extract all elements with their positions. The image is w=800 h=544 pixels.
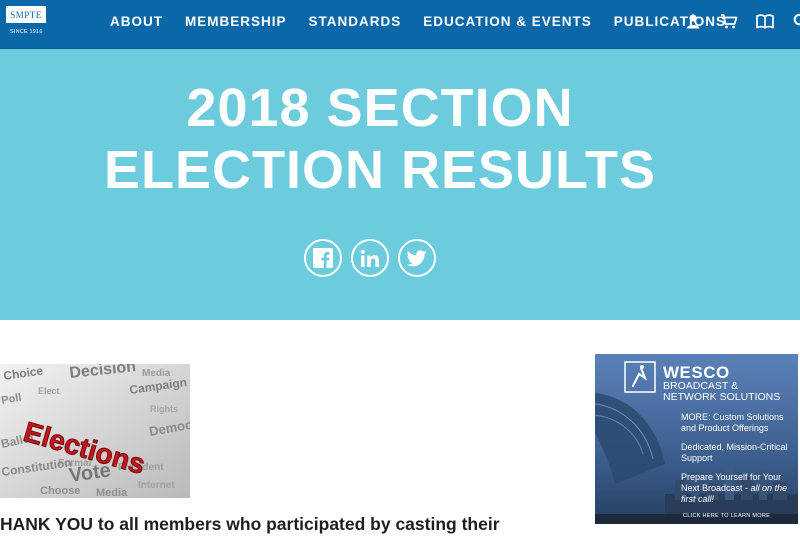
svg-text:Media: Media xyxy=(96,487,128,498)
linkedin-icon xyxy=(360,249,379,267)
user-icon[interactable] xyxy=(684,12,702,30)
smpte-logo[interactable]: SMPTE SINCE 1916 xyxy=(4,4,50,42)
twitter-share-button[interactable] xyxy=(398,239,436,277)
main-nav: ABOUT MEMBERSHIP STANDARDS EDUCATION & E… xyxy=(110,0,726,42)
linkedin-share-button[interactable] xyxy=(351,239,389,277)
wesco-ad[interactable]: WESCO BROADCAST & NETWORK SOLUTIONS MORE… xyxy=(595,354,798,524)
page-title-line-2: ELECTION RESULTS xyxy=(103,140,657,200)
nav-icons xyxy=(684,0,800,42)
social-share xyxy=(304,239,436,277)
book-icon[interactable] xyxy=(756,12,774,30)
page-title: 2018 SECTION ELECTION RESULTS xyxy=(0,77,760,201)
nav-about[interactable]: ABOUT xyxy=(110,14,163,29)
search-icon[interactable] xyxy=(792,12,800,30)
elections-word-cloud-image: Choice Decision Media Poll Elect Campaig… xyxy=(0,364,190,498)
svg-text:Rights: Rights xyxy=(150,404,178,414)
top-navbar: SMPTE SINCE 1916 ABOUT MEMBERSHIP STANDA… xyxy=(0,0,800,49)
ad-subtitle: BROADCAST & NETWORK SOLUTIONS xyxy=(663,380,781,403)
article-intro: HANK YOU to all members who participated… xyxy=(0,514,500,534)
svg-text:Elect: Elect xyxy=(38,386,60,396)
twitter-icon xyxy=(407,249,427,266)
ad-content: WESCO BROADCAST & NETWORK SOLUTIONS MORE… xyxy=(595,354,798,524)
ad-cta[interactable]: CLICK HERE TO LEARN MORE xyxy=(683,513,770,519)
nav-membership[interactable]: MEMBERSHIP xyxy=(185,14,287,29)
svg-text:Choose: Choose xyxy=(40,485,80,497)
facebook-share-button[interactable] xyxy=(304,239,342,277)
facebook-icon xyxy=(313,248,333,268)
ad-text-2: Dedicated, Mission-Critical Support xyxy=(681,442,788,463)
ad-text-1: MORE: Custom Solutions and Product Offer… xyxy=(681,412,784,433)
hero-banner: 2018 SECTION ELECTION RESULTS xyxy=(0,49,800,320)
logo-text: SMPTE xyxy=(6,6,46,23)
svg-text:Internet: Internet xyxy=(138,480,175,491)
cart-icon[interactable] xyxy=(720,12,738,30)
nav-standards[interactable]: STANDARDS xyxy=(309,14,402,29)
ad-text-3: Prepare Yourself for Your Next Broadcast… xyxy=(681,472,793,505)
logo-since: SINCE 1916 xyxy=(10,29,43,35)
nav-education-events[interactable]: EDUCATION & EVENTS xyxy=(423,14,592,29)
page-title-line-1: 2018 SECTION xyxy=(186,78,574,138)
